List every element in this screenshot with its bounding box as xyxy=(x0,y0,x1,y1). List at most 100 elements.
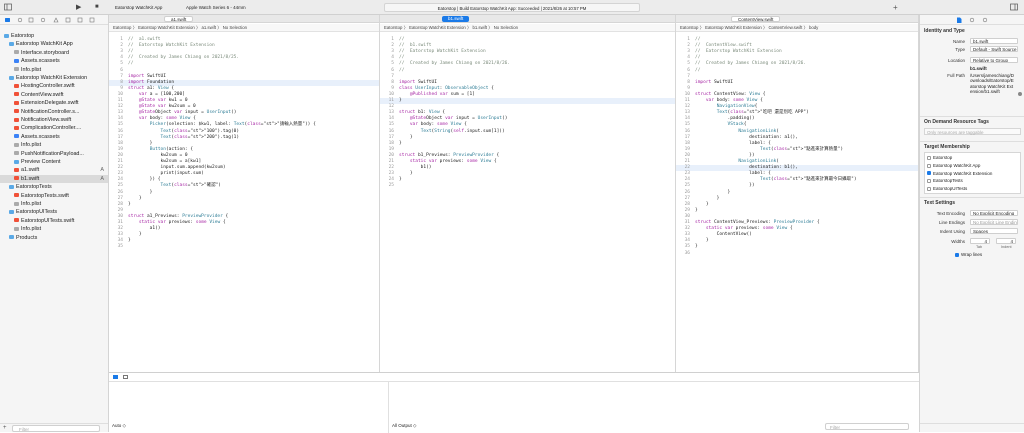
navigator-item[interactable]: Products xyxy=(0,234,108,242)
inspector-toggle-icon[interactable] xyxy=(1010,0,1020,15)
navigator-item[interactable]: NotificationController.s... xyxy=(0,108,108,116)
add-icon[interactable]: + xyxy=(893,0,901,15)
code-text: struct b1_Previews: PreviewProvider { xyxy=(399,152,500,158)
file-icon xyxy=(14,67,19,72)
target-membership-item[interactable]: EatorstopUITests xyxy=(927,186,967,191)
checkbox-icon[interactable] xyxy=(927,155,931,160)
tab-a1[interactable]: a1.swift xyxy=(164,16,194,22)
debug-toolbar xyxy=(109,373,919,382)
indent-width-field[interactable]: 4 xyxy=(996,238,1016,244)
navigator-item[interactable]: b1.swift A xyxy=(0,174,108,184)
navigator-item[interactable]: EatorstopUITests.swift xyxy=(0,217,108,225)
endings-select[interactable]: No Explicit Line Endings xyxy=(970,219,1018,225)
navigator-item[interactable]: ExtensionDelegate.swift xyxy=(0,99,108,107)
navigator-item[interactable]: Interface.storyboard xyxy=(0,49,108,57)
checkbox-icon[interactable] xyxy=(927,163,931,168)
variables-scope-select[interactable]: Auto ◇ xyxy=(112,423,126,429)
target-label: Eatorstop WatchKit Extension xyxy=(933,170,993,176)
editor-pane-a1: a1.swift Eatorstop 〉 Eatorstop WatchKit … xyxy=(109,15,380,372)
reveal-in-finder-icon[interactable] xyxy=(1018,92,1022,96)
sidebar-toggle-icon[interactable] xyxy=(4,0,13,15)
navigator-item[interactable]: ContentView.swift xyxy=(0,91,108,99)
indent-select[interactable]: Spaces xyxy=(970,228,1018,234)
code-text: } xyxy=(128,232,142,238)
navigator-item[interactable]: a1.swift A xyxy=(0,166,108,174)
hide-debug-icon[interactable] xyxy=(113,375,118,379)
activity-status: Eatorstop | Build Eatorstop WatchKit App… xyxy=(384,3,640,12)
navigator-item[interactable]: EatorstopTests.swift xyxy=(0,192,108,200)
console-icon[interactable] xyxy=(123,375,128,379)
navigator-item[interactable]: ComplicationController.... xyxy=(0,124,108,132)
navigator-item[interactable]: Info.plist xyxy=(0,200,108,208)
code-text: // ContentView.swift xyxy=(695,43,752,49)
navigator-item[interactable]: EatorstopUITests xyxy=(0,208,108,216)
navigator-item[interactable]: EatorstopTests xyxy=(0,183,108,191)
navigator-item[interactable]: Info.plist xyxy=(0,225,108,233)
navigator-item[interactable]: Info.plist xyxy=(0,66,108,74)
output-select[interactable]: All Output ◇ xyxy=(392,423,416,429)
checkbox-icon[interactable] xyxy=(927,171,931,176)
code-text: NavigationLink( xyxy=(738,128,780,134)
navigator-item[interactable]: Eatorstop WatchKit Extension xyxy=(0,74,108,82)
checkbox-icon[interactable] xyxy=(955,252,959,257)
stop-button[interactable]: ■ xyxy=(95,0,103,15)
folder-icon xyxy=(14,159,19,164)
code-line[interactable]: 25 xyxy=(380,183,675,189)
target-membership-item[interactable]: Eatorstop WatchKit App xyxy=(927,163,980,168)
code-text: // xyxy=(399,67,405,73)
tab-b1[interactable]: b1.swift xyxy=(442,16,470,22)
navigator-item[interactable]: Assets.xcassets xyxy=(0,133,108,141)
navigator-item-label: Info.plist xyxy=(21,66,42,73)
editor-tab-bar: b1.swift xyxy=(380,15,675,23)
console-filter-input[interactable]: Filter xyxy=(825,423,909,430)
run-button[interactable]: ▶ xyxy=(76,0,84,15)
jump-bar[interactable]: Eatorstop 〉 Eatorstop WatchKit Extension… xyxy=(109,24,379,32)
checkbox-icon[interactable] xyxy=(927,179,931,184)
swift-file-icon xyxy=(14,218,19,223)
target-membership-item[interactable]: Eatorstop WatchKit Extension xyxy=(927,171,992,176)
code-text: Text(class="st">"吃吧 還是別吃 APP") xyxy=(716,110,809,116)
navigator-item-label: Info.plist xyxy=(21,201,42,207)
navigator-item-label: EatorstopTests xyxy=(16,184,52,191)
type-select[interactable]: Default - Swift Source xyxy=(970,46,1018,52)
code-line[interactable]: 36 xyxy=(676,251,918,257)
navigator-item-label: Products xyxy=(16,234,38,241)
swift-file-icon xyxy=(14,193,19,198)
code-text: static var previews: some View { xyxy=(409,159,497,164)
debug-area: Auto ◇ All Output ◇ Filter xyxy=(109,372,919,433)
target-membership-item[interactable]: Eatorstop xyxy=(927,155,952,160)
folder-icon xyxy=(9,184,14,189)
ondemand-tags-input[interactable]: Only resources are taggable xyxy=(924,128,1021,135)
navigator-item[interactable]: Eatorstop WatchKit App xyxy=(0,40,108,48)
code-line[interactable]: 35 xyxy=(109,244,379,250)
scheme-selector[interactable]: Eatorstop WatchKit App xyxy=(115,0,185,15)
navigator-item[interactable]: Assets.xcassets xyxy=(0,57,108,65)
navigator-item[interactable]: Preview Content xyxy=(0,158,108,166)
name-field[interactable]: b1.swift xyxy=(970,38,1018,44)
asset-catalog-icon xyxy=(14,134,19,139)
navigator-item[interactable]: NotificationView.swift xyxy=(0,116,108,124)
location-select[interactable]: Relative to Group xyxy=(970,57,1018,63)
checkbox-icon[interactable] xyxy=(927,187,931,191)
code-text: struct a1_Previews: PreviewProvider { xyxy=(128,213,229,219)
encoding-label: Text Encoding xyxy=(936,211,965,216)
tab-width-field[interactable]: 4 xyxy=(970,238,990,244)
jump-bar[interactable]: Eatorstop 〉 Eatorstop WatchKit Extension… xyxy=(676,24,918,32)
swift-file-icon xyxy=(14,100,19,105)
code-text: NavigationLink( xyxy=(738,159,780,164)
navigator-item[interactable]: PushNotificationPayload... xyxy=(0,150,108,158)
encoding-select[interactable]: No Explicit Encoding xyxy=(970,210,1018,216)
target-membership-item[interactable]: EatorstopTests xyxy=(927,178,963,183)
tab-contentview[interactable]: ContentView.swift xyxy=(731,16,781,22)
navigator-filter-input[interactable]: Filter xyxy=(12,425,100,432)
code-text: // b1.swift xyxy=(399,43,432,49)
navigator-item[interactable]: Eatorstop xyxy=(0,32,108,40)
wrap-lines-checkbox[interactable]: Wrap lines xyxy=(955,252,982,257)
jump-bar[interactable]: Eatorstop 〉 Eatorstop WatchKit Extension… xyxy=(380,24,675,32)
device-selector[interactable]: Apple Watch Series 6 - 44mm xyxy=(186,0,256,15)
navigator-item[interactable]: HostingController.swift xyxy=(0,82,108,90)
navigator-item[interactable]: Info.plist xyxy=(0,141,108,149)
file-icon xyxy=(14,142,19,147)
debug-divider xyxy=(388,382,389,433)
navigator-item-label: PushNotificationPayload... xyxy=(21,150,84,157)
